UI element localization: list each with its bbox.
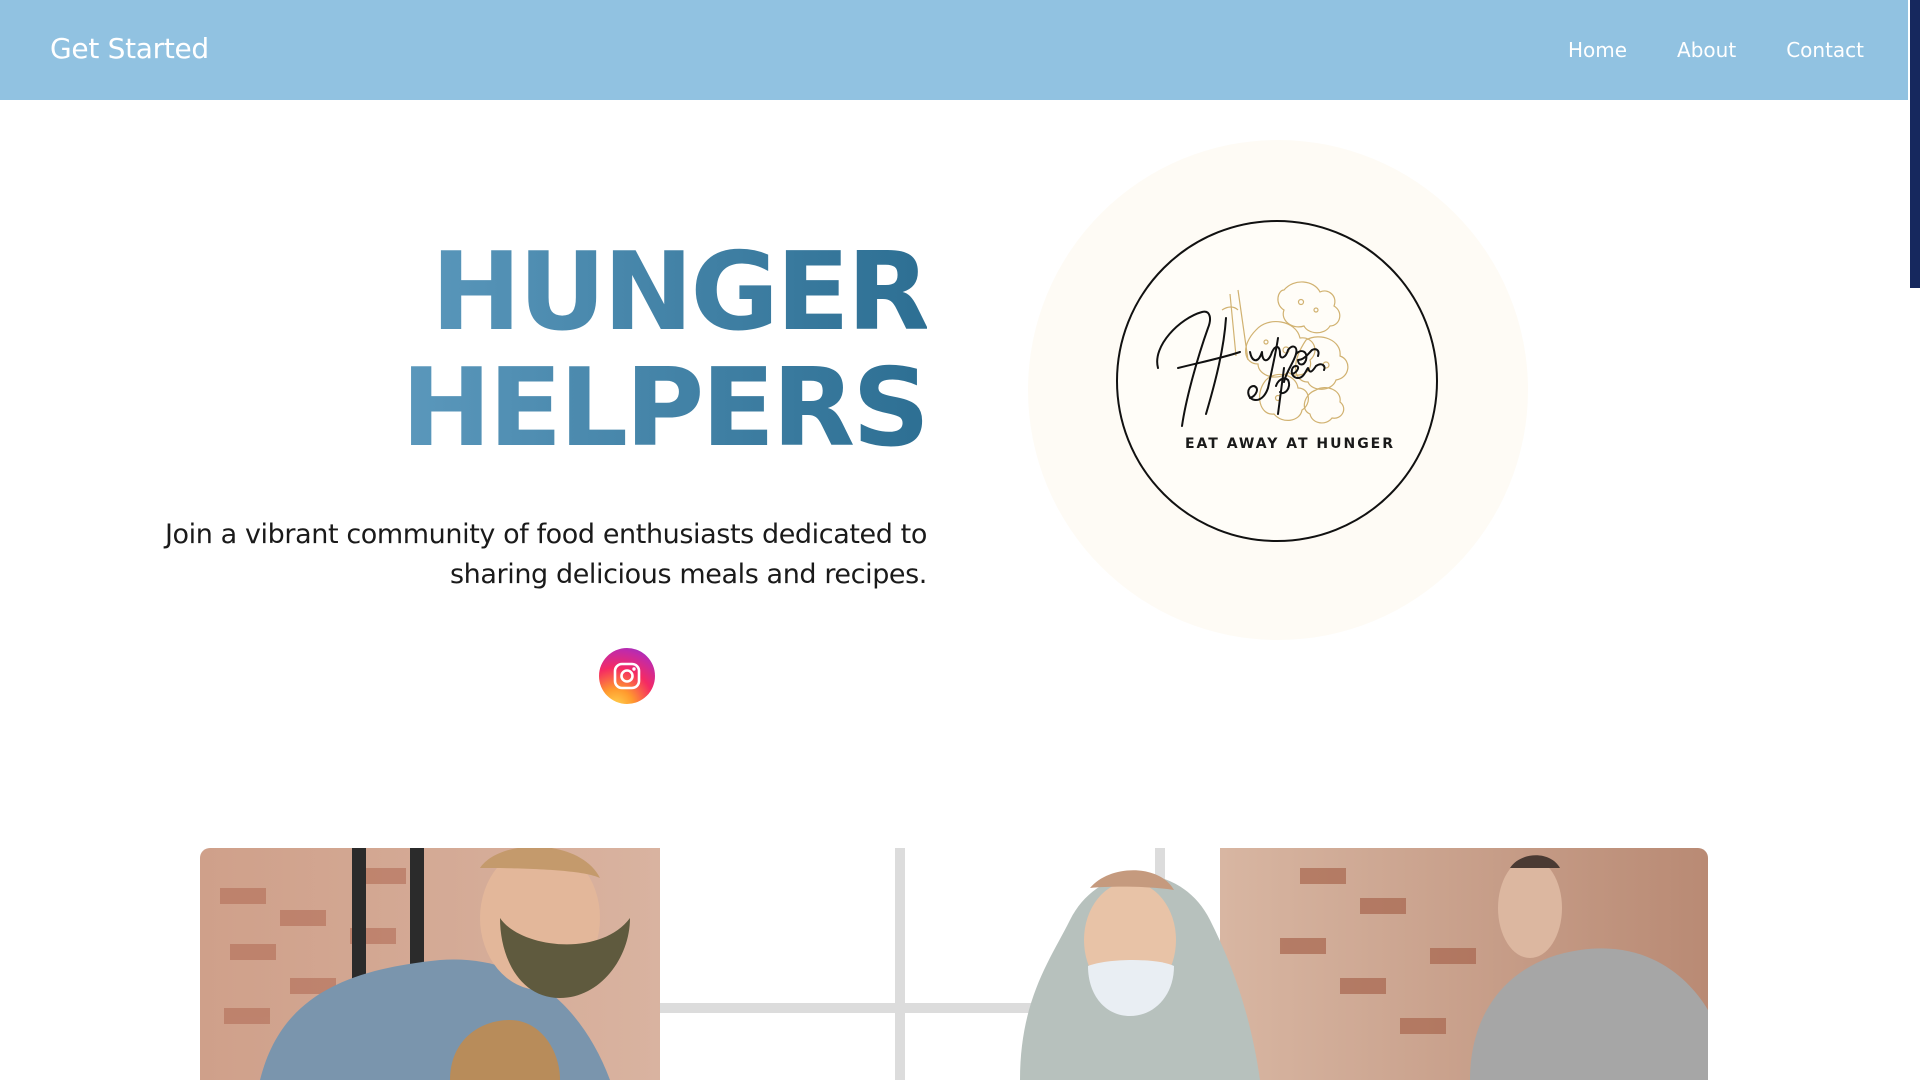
hero-subtitle-line-2: sharing delicious meals and recipes. [450,559,927,590]
hero-title: HUNGER HELPERS [401,235,927,467]
nav-contact[interactable]: Contact [1786,38,1864,62]
nav-about[interactable]: About [1677,38,1736,62]
page-scrollbar[interactable] [1908,0,1920,1080]
instagram-button[interactable] [599,648,655,704]
instagram-icon [613,662,641,690]
logo-script-wordmark [1156,310,1326,427]
nav-home[interactable]: Home [1568,38,1627,62]
hero-title-line-2: HELPERS [401,346,927,471]
volunteers-photo [200,848,1708,1080]
photo-illustration [200,848,1708,1080]
main-nav: Home About Contact [1568,38,1864,62]
hero-title-line-1: HUNGER [430,230,927,355]
hero-subtitle: Join a vibrant community of food enthusi… [107,515,927,595]
hero-subtitle-line-1: Join a vibrant community of food enthusi… [164,519,927,550]
logo-tagline: EAT AWAY AT HUNGER [1184,436,1396,452]
site-header: Get Started Home About Contact [0,0,1908,100]
get-started-link[interactable]: Get Started [50,32,209,65]
scrollbar-thumb[interactable] [1910,0,1920,288]
